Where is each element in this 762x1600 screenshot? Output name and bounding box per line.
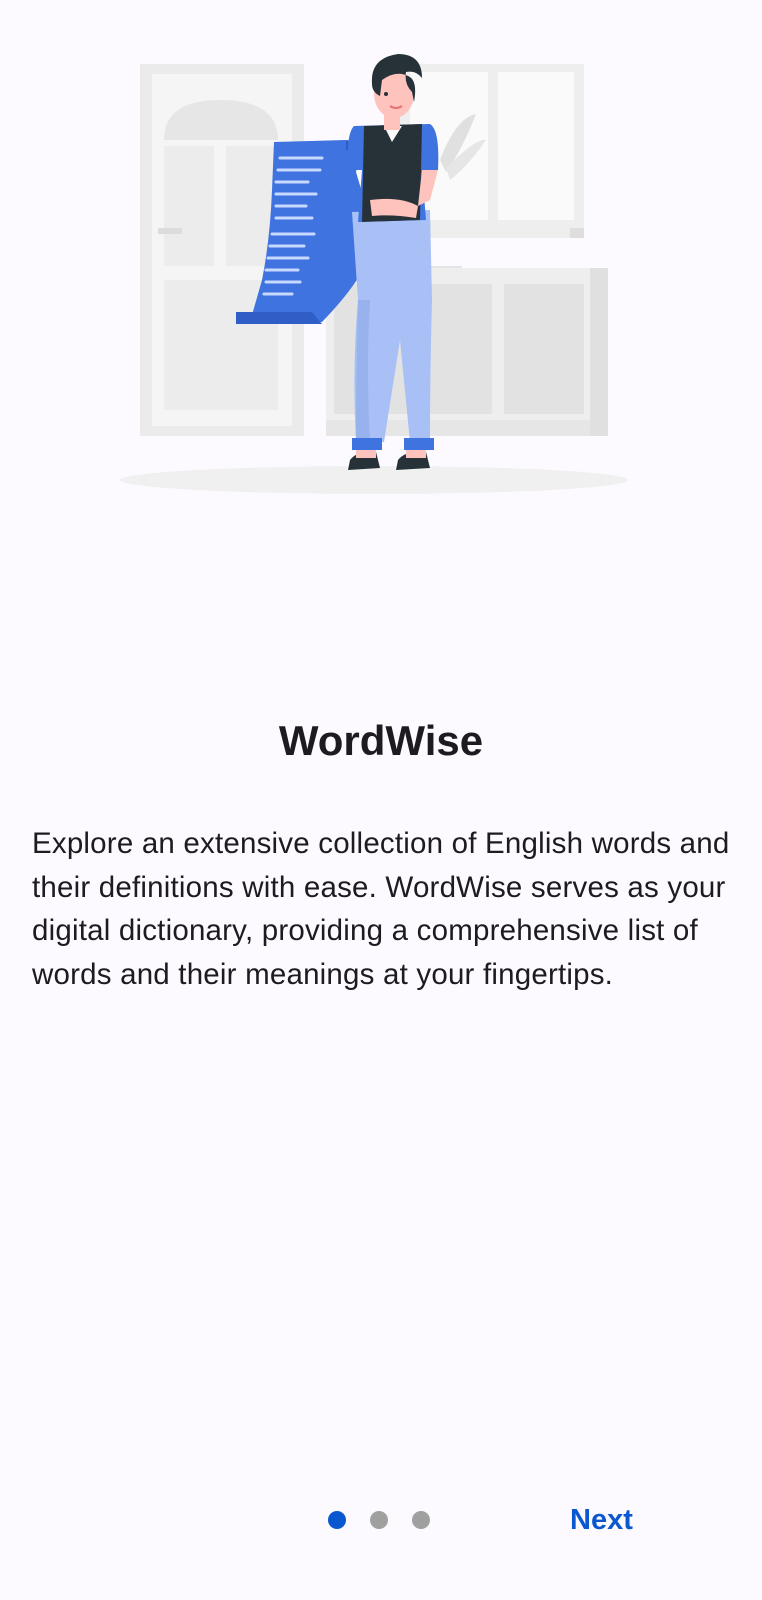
man-reading-scroll-illustration [120,54,628,494]
page-indicator-dot-2[interactable] [370,1511,388,1529]
page-indicator-dot-1[interactable] [328,1511,346,1529]
page-title: WordWise [278,717,484,764]
onboarding-illustration [100,40,660,510]
page-indicator [328,1511,430,1529]
next-button[interactable]: Next [570,1500,680,1540]
onboarding-description: Explore an extensive collection of Engli… [32,827,730,991]
page-indicator-dot-3[interactable] [412,1511,430,1529]
